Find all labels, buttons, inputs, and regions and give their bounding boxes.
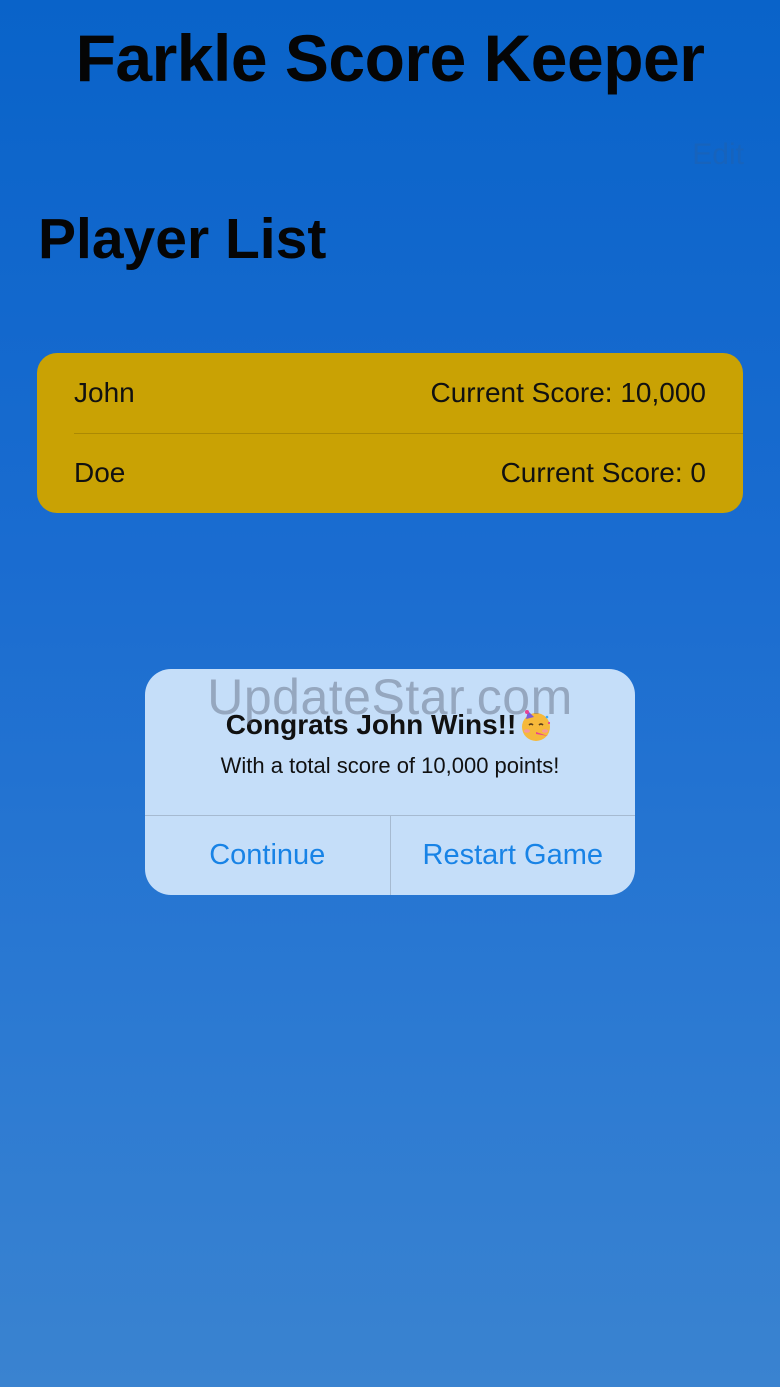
player-list-title: Player List (38, 207, 327, 271)
alert-title: Congrats John Wins!! (226, 707, 555, 743)
alert-body: Congrats John Wins!! With a total score … (145, 669, 635, 815)
continue-button[interactable]: Continue (145, 816, 390, 895)
player-name: Doe (74, 457, 126, 488)
player-score: Current Score: 0 (500, 457, 706, 488)
player-row-doe[interactable]: Doe Current Score: 0 (37, 433, 743, 513)
player-score: Current Score: 10,000 (430, 377, 707, 408)
player-row-john[interactable]: John Current Score: 10,000 (37, 353, 743, 433)
player-list: John Current Score: 10,000 Doe Current S… (37, 353, 743, 513)
partying-face-icon (518, 707, 554, 743)
player-name: John (74, 377, 135, 408)
alert-title-text: Congrats John Wins!! (225, 709, 517, 740)
app-title: Farkle Score Keeper (75, 21, 705, 95)
edit-button[interactable]: Edit (692, 138, 744, 172)
alert-actions: Continue Restart Game (145, 815, 635, 895)
alert-message: With a total score of 10,000 points! (220, 753, 560, 778)
winner-alert: Congrats John Wins!! With a total score … (145, 669, 635, 895)
restart-game-button[interactable]: Restart Game (389, 816, 636, 895)
